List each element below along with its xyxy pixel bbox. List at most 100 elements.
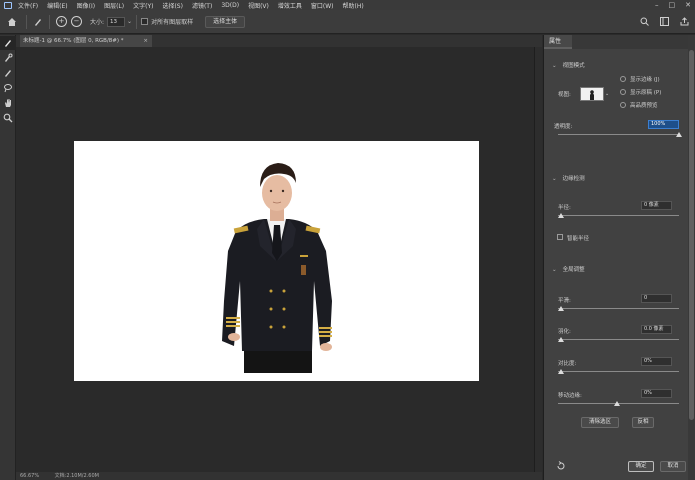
status-bar: 66.67% 文档:2.10M/2.60M [16, 472, 542, 480]
chevron-down-icon[interactable]: ⌄ [127, 18, 132, 25]
brush-preset-icon[interactable] [31, 15, 45, 29]
show-edge-option[interactable]: 显示边缘 (J) [620, 75, 660, 83]
lasso-tool-icon[interactable] [0, 81, 16, 95]
edge-detection-label: 边缘检测 [562, 176, 585, 182]
search-icon[interactable] [639, 16, 649, 26]
menu-plugins[interactable]: 增效工具 [278, 1, 302, 10]
select-subject-button[interactable]: 选择主体 [205, 15, 246, 28]
view-label: 视图: [558, 92, 571, 98]
close-icon[interactable]: ✕ [685, 1, 691, 9]
smooth-input[interactable]: 0 [641, 294, 672, 303]
smart-radius-checkbox[interactable] [557, 234, 563, 240]
radius-label: 半径: [558, 205, 571, 211]
minimize-icon[interactable]: – [655, 1, 659, 9]
global-refine-label: 全局调整 [562, 267, 585, 273]
show-original-radio[interactable] [620, 89, 626, 95]
menu-type[interactable]: 文字(Y) [133, 1, 153, 10]
radius-slider-thumb[interactable] [558, 213, 564, 218]
menu-3d[interactable]: 3D(D) [221, 2, 239, 9]
panel-scrollbar[interactable] [688, 35, 695, 480]
radius-input[interactable]: 0 像素 [641, 201, 672, 210]
divider [49, 14, 50, 29]
menu-select[interactable]: 选择(S) [162, 1, 183, 10]
global-refine-header[interactable]: ⌄ 全局调整 [552, 265, 585, 273]
refine-edge-brush-icon[interactable] [0, 51, 16, 65]
options-bar: + − 大小: 13 ⌄ 对所有图层取样 选择主体 [0, 10, 695, 34]
radius-slider-track[interactable] [558, 215, 679, 216]
zoom-tool-icon[interactable] [0, 111, 16, 125]
shift-edge-label: 移动边缘: [558, 393, 582, 399]
workspace-icon[interactable] [659, 16, 669, 26]
brush-size-input[interactable]: 13 [107, 16, 126, 27]
contrast-input[interactable]: 0% [641, 357, 672, 366]
menu-file[interactable]: 文件(F) [18, 1, 38, 10]
smooth-slider-thumb[interactable] [558, 306, 564, 311]
menu-view[interactable]: 视图(V) [248, 1, 269, 10]
menu-edit[interactable]: 编辑(E) [47, 1, 67, 10]
app-logo-icon [2, 0, 14, 10]
document-info[interactable]: 文档:2.10M/2.60M [55, 473, 99, 479]
opacity-slider-thumb[interactable] [676, 132, 682, 137]
cancel-button[interactable]: 取消 [660, 461, 686, 472]
contrast-slider-track[interactable] [558, 371, 679, 372]
share-icon[interactable] [679, 16, 689, 26]
feather-slider-thumb[interactable] [558, 337, 564, 342]
window-controls: – □ ✕ [655, 0, 691, 10]
feather-slider-track[interactable] [558, 339, 679, 340]
opacity-slider-track[interactable] [558, 134, 679, 135]
panel-scrollbar-thumb[interactable] [689, 50, 694, 420]
edge-detection-header[interactable]: ⌄ 边缘检测 [552, 174, 585, 182]
feather-input[interactable]: 0.0 像素 [641, 325, 672, 334]
maximize-icon[interactable]: □ [669, 1, 676, 9]
show-original-label: 显示原稿 (P) [630, 90, 662, 96]
document-tab-title: 未标题-1 @ 66.7% (图层 0, RGB/8#) * [23, 38, 124, 44]
smart-radius-label: 智能半径 [567, 236, 590, 242]
tab-properties[interactable]: 属性 [544, 35, 572, 49]
menu-image[interactable]: 图像(I) [77, 1, 95, 10]
menu-layer[interactable]: 图层(L) [104, 1, 124, 10]
canvas-area[interactable] [16, 47, 534, 472]
opacity-label: 透明度: [554, 124, 573, 130]
hand-tool-icon[interactable] [0, 96, 16, 110]
chevron-down-icon[interactable]: ⌄ [605, 91, 609, 97]
brush-tool-icon[interactable] [0, 66, 16, 80]
show-original-option[interactable]: 显示原稿 (P) [620, 88, 661, 96]
shift-edge-input[interactable]: 0% [641, 389, 672, 398]
show-edge-radio[interactable] [620, 76, 626, 82]
vertical-scrollbar[interactable] [534, 47, 542, 472]
chevron-down-icon: ⌄ [552, 176, 557, 182]
menu-help[interactable]: 帮助(H) [343, 1, 364, 10]
contrast-label: 对比度: [558, 361, 577, 367]
clear-selection-button[interactable]: 清除选区 [581, 417, 619, 428]
subtract-brush-icon[interactable]: − [71, 16, 82, 27]
view-mode-label: 视图模式 [562, 63, 585, 69]
contrast-slider-thumb[interactable] [558, 369, 564, 374]
hq-preview-option[interactable]: 高品质预览 [620, 101, 658, 109]
reset-icon[interactable] [556, 461, 566, 471]
opacity-input[interactable]: 100% [648, 120, 679, 129]
document-tab-bar: 未标题-1 @ 66.7% (图层 0, RGB/8#) * × [16, 35, 542, 47]
hq-preview-radio[interactable] [620, 102, 626, 108]
menu-window[interactable]: 窗口(W) [311, 1, 334, 10]
view-mode-dropdown[interactable] [580, 87, 604, 101]
document-tab[interactable]: 未标题-1 @ 66.7% (图层 0, RGB/8#) * × [20, 35, 152, 47]
smooth-slider-track[interactable] [558, 308, 679, 309]
view-mode-header[interactable]: ⌄ 视图模式 [552, 61, 585, 69]
divider [26, 14, 27, 29]
shift-edge-slider-thumb[interactable] [614, 401, 620, 406]
quick-selection-tool-icon[interactable] [0, 36, 16, 50]
pilot-photo [222, 163, 332, 373]
options-right-icons [639, 16, 689, 26]
chevron-down-icon: ⌄ [552, 267, 557, 273]
document-canvas[interactable] [74, 141, 479, 381]
chevron-down-icon: ⌄ [552, 63, 557, 69]
close-tab-icon[interactable]: × [143, 35, 148, 47]
menu-filter[interactable]: 滤镜(T) [192, 1, 212, 10]
view-thumbnail-icon [590, 90, 594, 100]
invert-button[interactable]: 反相 [632, 417, 654, 428]
home-icon[interactable] [2, 12, 22, 32]
zoom-level[interactable]: 66.67% [20, 473, 39, 479]
ok-button[interactable]: 确定 [628, 461, 654, 472]
sample-all-layers-checkbox[interactable] [141, 18, 149, 25]
add-brush-icon[interactable]: + [56, 16, 67, 27]
